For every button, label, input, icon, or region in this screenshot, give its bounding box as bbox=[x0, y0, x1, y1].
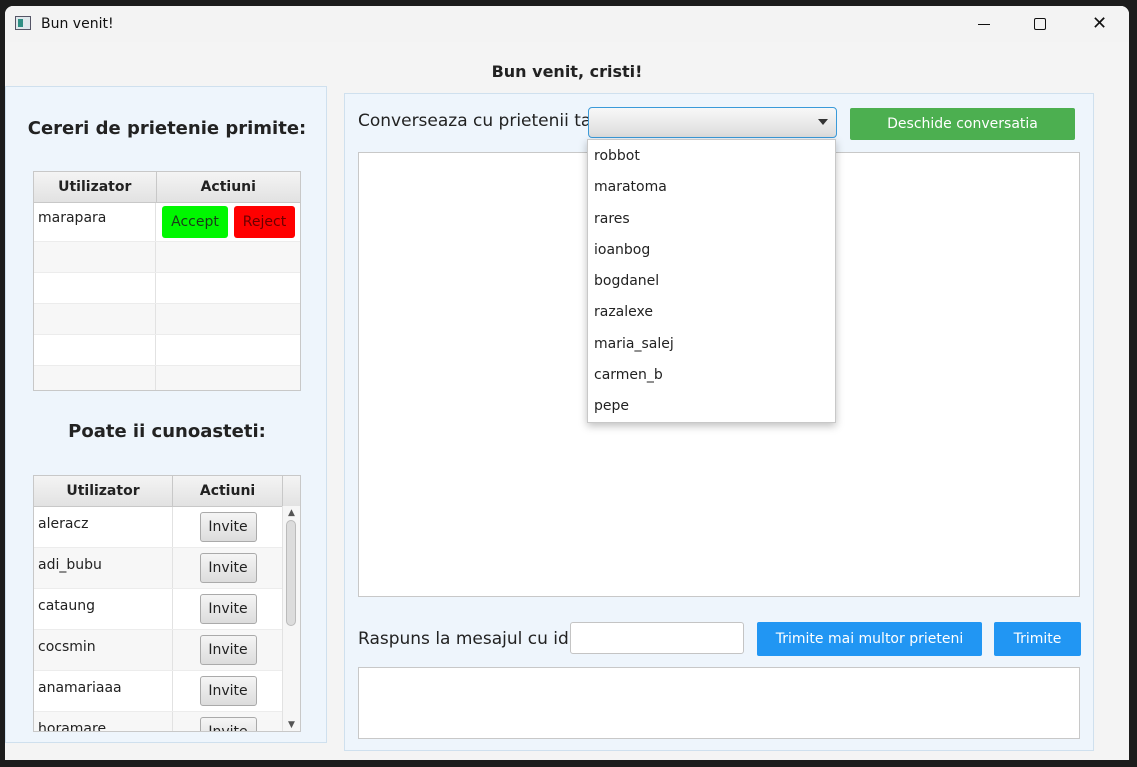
invite-button[interactable]: Invite bbox=[199, 635, 257, 665]
table-row: horamare Invite bbox=[34, 712, 300, 731]
table-row: adi_bubu Invite bbox=[34, 548, 300, 589]
dropdown-option[interactable]: maria_salej bbox=[594, 336, 674, 352]
reply-id-input[interactable] bbox=[570, 622, 744, 654]
open-conversation-button[interactable]: Deschide conversatia bbox=[850, 108, 1075, 140]
minimize-button[interactable] bbox=[961, 10, 1007, 38]
friend-select[interactable] bbox=[588, 107, 837, 138]
dropdown-option[interactable]: maratoma bbox=[594, 179, 667, 195]
dropdown-option[interactable]: rares bbox=[594, 211, 630, 227]
app-icon bbox=[15, 16, 31, 30]
suggestion-user: adi_bubu bbox=[34, 548, 173, 588]
welcome-heading: Bun venit, cristi! bbox=[491, 62, 643, 81]
table-row: anamariaaa Invite bbox=[34, 671, 300, 712]
invite-button[interactable]: Invite bbox=[199, 512, 257, 542]
table-row: marapara Accept Reject bbox=[34, 203, 300, 242]
message-input[interactable] bbox=[358, 667, 1080, 739]
table-row: cataung Invite bbox=[34, 589, 300, 630]
table-header: Utilizator Actiuni bbox=[34, 476, 300, 507]
close-button[interactable]: ✕ bbox=[1077, 10, 1123, 38]
invite-button[interactable]: Invite bbox=[199, 594, 257, 624]
table-header: Utilizator Actiuni bbox=[34, 172, 300, 203]
suggestion-user: cataung bbox=[34, 589, 173, 629]
column-header-actions[interactable]: Actiuni bbox=[157, 172, 300, 202]
suggestion-user: horamare bbox=[34, 712, 173, 731]
reject-button[interactable]: Reject bbox=[234, 206, 295, 238]
suggestion-user: cocsmin bbox=[34, 630, 173, 670]
friend-dropdown-list: robbot maratoma rares ioanbog bogdanel r… bbox=[587, 139, 836, 423]
title-bar: Bun venit! ✕ bbox=[5, 6, 1129, 42]
window-title: Bun venit! bbox=[41, 16, 114, 32]
app-window: Bun venit! ✕ Bun venit, cristi! Cereri d… bbox=[5, 6, 1129, 760]
table-row-empty bbox=[34, 304, 300, 335]
dropdown-option[interactable]: carmen_b bbox=[594, 367, 663, 383]
left-panel: Cereri de prietenie primite: Utilizator … bbox=[5, 86, 327, 743]
table-row-empty bbox=[34, 242, 300, 273]
suggestion-actions: Invite bbox=[173, 507, 283, 547]
scroll-thumb[interactable] bbox=[286, 520, 296, 626]
suggestions-table: Utilizator Actiuni aleracz Invite adi_bu… bbox=[33, 475, 301, 732]
dropdown-option[interactable]: razalexe bbox=[594, 304, 653, 320]
table-row: aleracz Invite bbox=[34, 507, 300, 548]
table-row-empty bbox=[34, 335, 300, 366]
scroll-up-icon[interactable]: ▲ bbox=[283, 506, 300, 520]
invite-button[interactable]: Invite bbox=[199, 676, 257, 706]
suggestions-list: aleracz Invite adi_bubu Invite cataung I… bbox=[34, 507, 300, 731]
suggestion-user: aleracz bbox=[34, 507, 173, 547]
dropdown-option[interactable]: bogdanel bbox=[594, 273, 659, 289]
column-header-user[interactable]: Utilizator bbox=[34, 476, 173, 506]
send-multiple-button[interactable]: Trimite mai multor prieteni bbox=[757, 622, 982, 656]
dropdown-option[interactable]: pepe bbox=[594, 398, 629, 414]
suggestion-user: anamariaaa bbox=[34, 671, 173, 711]
dropdown-option[interactable]: robbot bbox=[594, 148, 640, 164]
scroll-down-icon[interactable]: ▼ bbox=[283, 718, 300, 731]
table-row-empty bbox=[34, 366, 300, 390]
maximize-icon bbox=[1034, 18, 1046, 30]
vertical-scrollbar[interactable]: ▲ ▼ bbox=[282, 506, 300, 731]
suggestion-actions: Invite bbox=[173, 589, 283, 629]
invite-button[interactable]: Invite bbox=[199, 553, 257, 583]
dropdown-option[interactable]: ioanbog bbox=[594, 242, 650, 258]
minimize-icon bbox=[978, 24, 990, 25]
converse-label: Converseaza cu prietenii tai: bbox=[358, 111, 602, 131]
reply-label: Raspuns la mesajul cu id: bbox=[358, 629, 575, 649]
suggestion-actions: Invite bbox=[173, 671, 283, 711]
column-header-user[interactable]: Utilizator bbox=[34, 172, 157, 202]
column-header-actions[interactable]: Actiuni bbox=[173, 476, 284, 506]
request-user: marapara bbox=[34, 203, 156, 241]
header-corner bbox=[283, 476, 300, 506]
friend-requests-title: Cereri de prietenie primite: bbox=[27, 118, 307, 139]
suggestion-actions: Invite bbox=[173, 548, 283, 588]
suggestion-actions: Invite bbox=[173, 712, 283, 731]
invite-button[interactable]: Invite bbox=[199, 717, 257, 731]
maximize-button[interactable] bbox=[1017, 10, 1063, 38]
suggestions-title: Poate ii cunoasteti: bbox=[68, 421, 266, 442]
suggestion-actions: Invite bbox=[173, 630, 283, 670]
table-row: cocsmin Invite bbox=[34, 630, 300, 671]
close-icon: ✕ bbox=[1092, 13, 1108, 34]
send-button[interactable]: Trimite bbox=[994, 622, 1081, 656]
chevron-down-icon bbox=[818, 119, 828, 125]
table-row-empty bbox=[34, 273, 300, 304]
friend-requests-table: Utilizator Actiuni marapara Accept Rejec… bbox=[33, 171, 301, 391]
request-actions: Accept Reject bbox=[156, 203, 300, 241]
accept-button[interactable]: Accept bbox=[162, 206, 228, 238]
